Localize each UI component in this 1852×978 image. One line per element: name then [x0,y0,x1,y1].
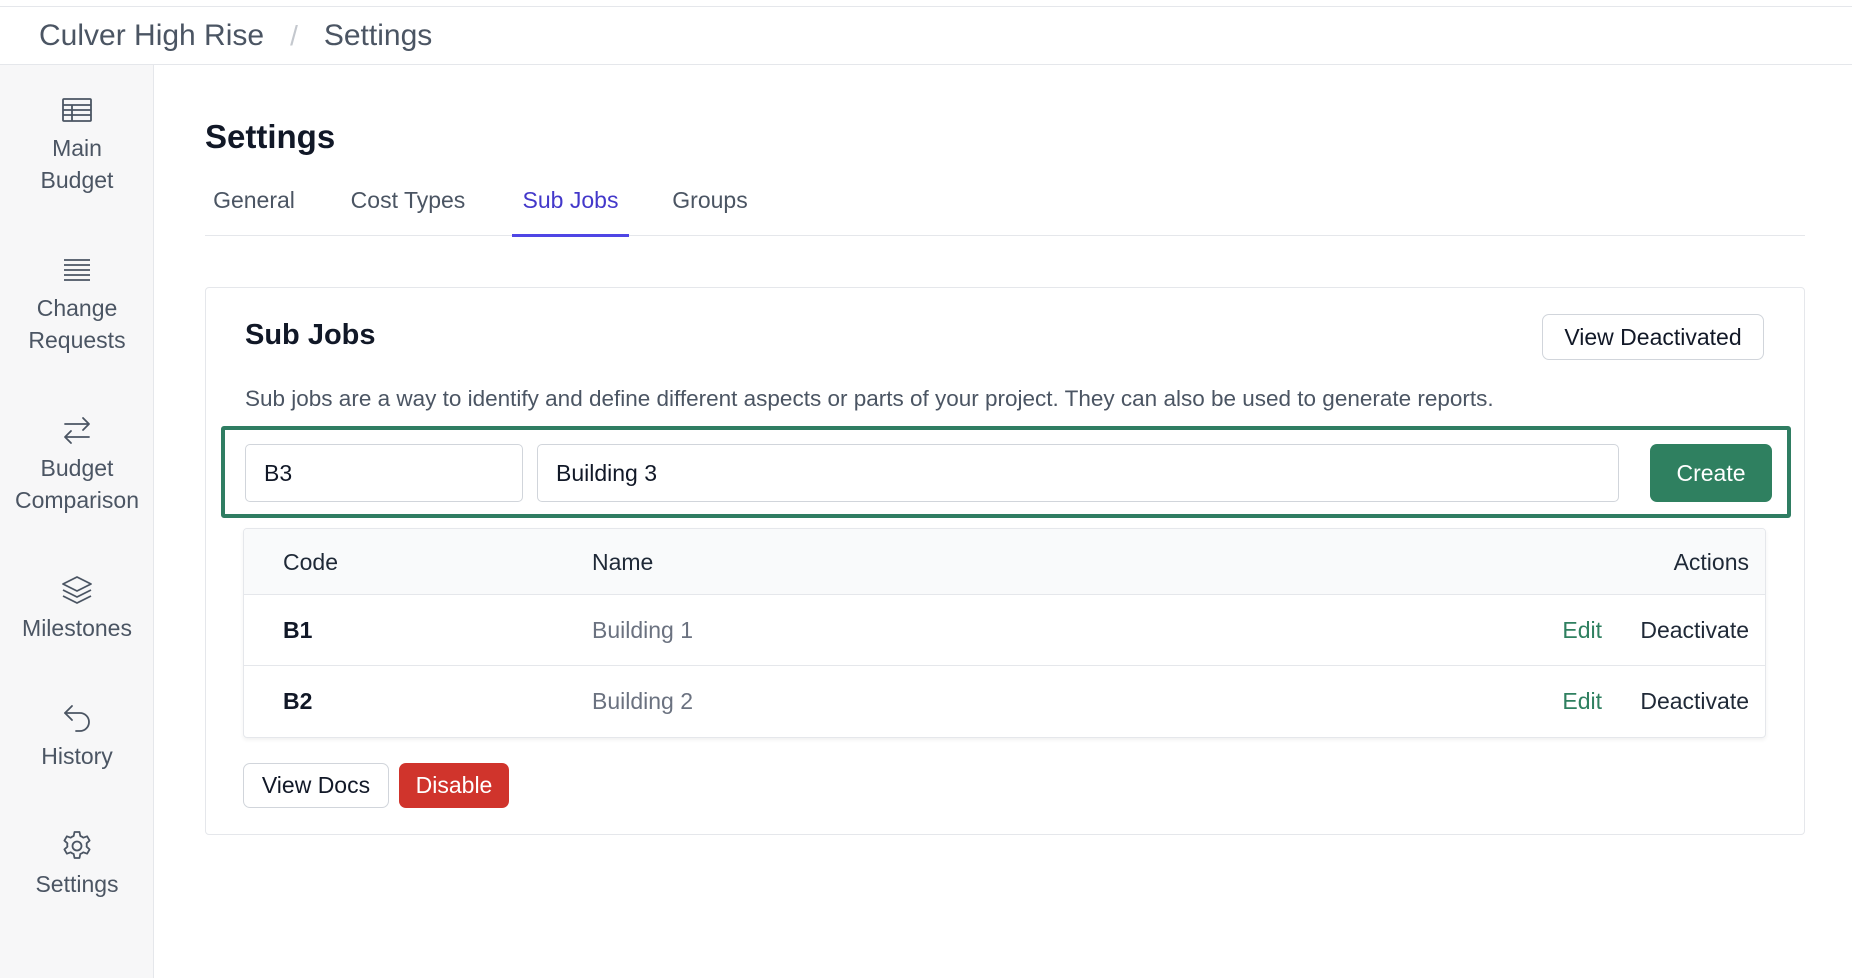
page-title: Settings [205,118,336,155]
table-row: B2 Building 2 Edit Deactivate [244,666,1765,737]
tab-general[interactable]: General [211,165,297,236]
sidebar-item-label: Change Requests [28,295,126,353]
tab-sub-jobs[interactable]: Sub Jobs [512,165,629,237]
sidebar-item-change-requests[interactable]: Change Requests [0,252,154,356]
name-input[interactable] [537,444,1619,502]
sub-jobs-table: Code Name Actions B1 Building 1 Edit Dea… [243,528,1766,738]
view-docs-button[interactable]: View Docs [243,763,389,808]
layers-icon [62,576,92,604]
sidebar-item-budget-comparison[interactable]: Budget Comparison [0,412,154,516]
view-deactivated-button[interactable]: View Deactivated [1542,314,1764,360]
section-title: Sub Jobs [245,319,376,351]
sidebar-item-label: Main Budget [40,135,114,193]
edit-link[interactable]: Edit [1562,666,1602,737]
sidebar-item-label: Milestones [22,615,132,641]
disable-button[interactable]: Disable [399,763,509,808]
tab-cost-types[interactable]: Cost Types [345,165,471,236]
code-input[interactable] [245,444,523,502]
breadcrumb-separator: / [290,19,298,51]
sub-jobs-card: Sub Jobs View Deactivated Sub jobs are a… [205,287,1805,835]
row-code: B2 [283,688,313,714]
breadcrumb-project[interactable]: Culver High Rise [39,19,264,53]
sidebar-item-label: Budget Comparison [15,455,139,513]
create-sub-job-form: Create [221,426,1791,518]
column-header-actions: Actions [1673,548,1749,575]
sidebar-item-label: History [41,743,113,769]
sidebar-item-history[interactable]: History [0,700,154,772]
deactivate-link[interactable]: Deactivate [1640,666,1749,737]
row-name: Building 2 [592,688,694,714]
table-icon [62,98,92,122]
row-code: B1 [283,617,313,643]
arrows-swap-icon [64,417,90,444]
table-header: Code Name Actions [244,529,1765,595]
list-icon [64,259,90,281]
undo-arrow-icon [64,705,90,732]
sidebar-item-milestones[interactable]: Milestones [0,572,154,644]
gear-icon [63,831,91,859]
sidebar-item-label: Settings [35,871,119,897]
sidebar: Main Budget Change Requests Budget Compa… [0,65,154,978]
sidebar-item-settings[interactable]: Settings [0,828,154,900]
sidebar-item-main-budget[interactable]: Main Budget [0,92,154,196]
breadcrumb: Culver High Rise / Settings [0,7,1852,65]
column-header-name: Name [592,548,654,575]
table-row: B1 Building 1 Edit Deactivate [244,595,1765,666]
tab-groups[interactable]: Groups [667,165,753,236]
edit-link[interactable]: Edit [1562,595,1602,666]
breadcrumb-current: Settings [323,18,433,52]
column-header-code: Code [283,548,338,575]
row-name: Building 1 [592,617,694,643]
tab-bar: General Cost Types Sub Jobs Groups [205,165,1805,237]
create-button[interactable]: Create [1650,444,1772,502]
deactivate-link[interactable]: Deactivate [1640,595,1749,666]
section-description: Sub jobs are a way to identify and defin… [245,386,1494,411]
